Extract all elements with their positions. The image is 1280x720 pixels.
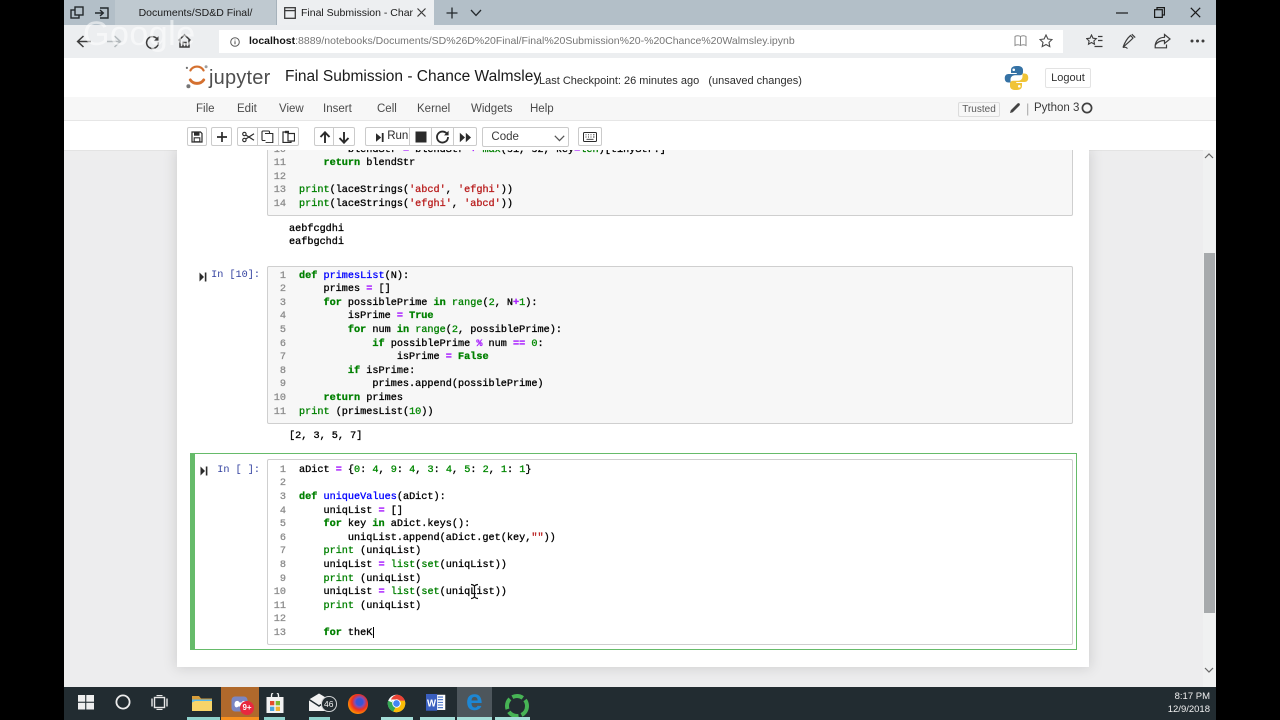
svg-text:W: W (427, 698, 437, 709)
